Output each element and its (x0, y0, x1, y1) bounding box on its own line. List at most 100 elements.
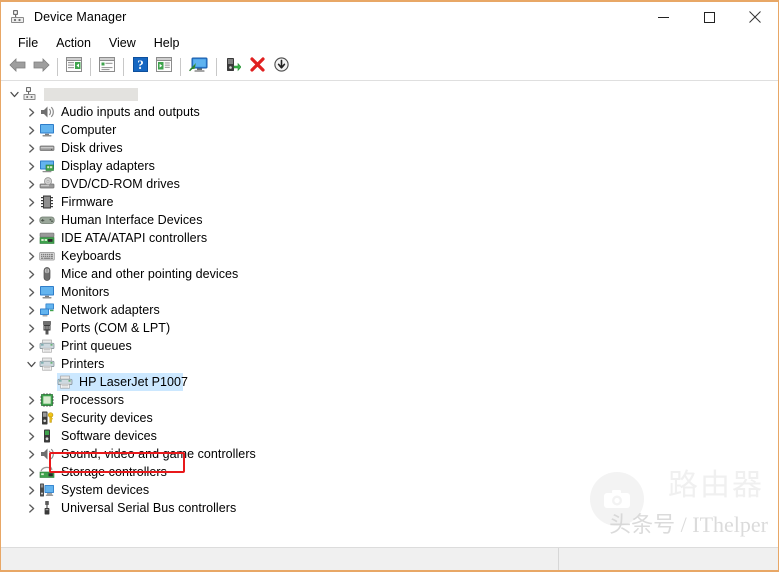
chevron-down-icon[interactable] (6, 85, 22, 103)
firmware-chip-icon (39, 194, 55, 210)
menu-item-help[interactable]: Help (145, 34, 189, 52)
menu-item-view[interactable]: View (100, 34, 145, 52)
chevron-right-icon[interactable] (23, 193, 39, 211)
keyboard-icon (39, 248, 55, 264)
svg-text:?: ? (137, 57, 144, 72)
tree-row-mice-and-other-pointing-devices[interactable]: Mice and other pointing devices (1, 265, 778, 283)
tree-row-display-adapters[interactable]: Display adapters (1, 157, 778, 175)
tree-row-sound-video-and-game-controllers[interactable]: Sound, video and game controllers (1, 445, 778, 463)
chevron-down-icon[interactable] (23, 355, 39, 373)
tree-row-computer[interactable]: Computer (1, 121, 778, 139)
computer-root-icon (22, 86, 38, 102)
chevron-right-icon[interactable] (23, 481, 39, 499)
chevron-right-icon[interactable] (23, 211, 39, 229)
tree-row-label: Universal Serial Bus controllers (61, 501, 236, 515)
tree-row-firmware[interactable]: Firmware (1, 193, 778, 211)
chevron-right-icon[interactable] (23, 265, 39, 283)
red-x-icon (250, 57, 265, 77)
chevron-right-icon[interactable] (23, 337, 39, 355)
view-list-icon (156, 57, 172, 77)
tree-row-human-interface-devices[interactable]: Human Interface Devices (1, 211, 778, 229)
tree-row-label: Sound, video and game controllers (61, 447, 256, 461)
monitor-icon (39, 284, 55, 300)
tree-row-dvd-cd-rom-drives[interactable]: DVD/CD-ROM drives (1, 175, 778, 193)
tree-row-universal-serial-bus-controllers[interactable]: Universal Serial Bus controllers (1, 499, 778, 517)
minimize-button[interactable] (640, 2, 686, 32)
menu-bar: File Action View Help (1, 32, 778, 54)
tree-row-label: IDE ATA/ATAPI controllers (61, 231, 207, 245)
title-bar: Device Manager (1, 2, 778, 32)
view-button[interactable] (152, 56, 176, 78)
tree-row-processors[interactable]: Processors (1, 391, 778, 409)
toolbar-separator (57, 58, 58, 76)
back-button[interactable] (5, 56, 29, 78)
menu-item-action[interactable]: Action (47, 34, 100, 52)
device-manager-icon (10, 9, 26, 25)
tree-row-label: Ports (COM & LPT) (61, 321, 170, 335)
tree-row-ports-com-and-lpt[interactable]: Ports (COM & LPT) (1, 319, 778, 337)
chevron-right-icon[interactable] (23, 427, 39, 445)
help-button[interactable]: ? (128, 56, 152, 78)
tree-row-hp-laserjet-p1007[interactable]: HP LaserJet P1007 (1, 373, 778, 391)
chevron-right-icon[interactable] (23, 247, 39, 265)
chevron-right-icon[interactable] (23, 499, 39, 517)
port-icon (39, 320, 55, 336)
chevron-right-icon[interactable] (23, 283, 39, 301)
hid-icon (39, 212, 55, 228)
device-tree-panel[interactable]: Audio inputs and outputs Computer (1, 81, 778, 546)
tree-row-root[interactable] (1, 85, 778, 103)
scan-for-hardware-changes-button[interactable] (185, 56, 212, 78)
properties-button[interactable] (95, 56, 119, 78)
ide-controller-icon (39, 230, 55, 246)
speaker-icon (39, 446, 55, 462)
tree-row-label: HP LaserJet P1007 (79, 375, 188, 389)
tree-row-security-devices[interactable]: Security devices (1, 409, 778, 427)
printer-icon (57, 374, 73, 390)
chevron-right-icon[interactable] (23, 229, 39, 247)
maximize-button[interactable] (686, 2, 732, 32)
down-arrow-circle-icon (274, 57, 289, 77)
window-title: Device Manager (34, 10, 126, 24)
mouse-icon (39, 266, 55, 282)
tree-row-ide-ata-atapi-controllers[interactable]: IDE ATA/ATAPI controllers (1, 229, 778, 247)
system-device-icon (39, 482, 55, 498)
tree-row-label: Audio inputs and outputs (61, 105, 200, 119)
tree-row-monitors[interactable]: Monitors (1, 283, 778, 301)
chevron-right-icon[interactable] (23, 157, 39, 175)
dvd-drive-icon (39, 176, 55, 192)
chevron-right-icon[interactable] (23, 121, 39, 139)
disable-device-button[interactable] (269, 56, 293, 78)
usb-icon (39, 500, 55, 516)
uninstall-device-button[interactable] (245, 56, 269, 78)
chevron-right-icon[interactable] (23, 463, 39, 481)
tree-row-disk-drives[interactable]: Disk drives (1, 139, 778, 157)
tree-row-label: Processors (61, 393, 124, 407)
tree-row-printers[interactable]: Printers (1, 355, 778, 373)
chevron-right-icon[interactable] (23, 103, 39, 121)
tree-row-software-devices[interactable]: Software devices (1, 427, 778, 445)
chevron-right-icon[interactable] (23, 301, 39, 319)
chevron-right-icon[interactable] (23, 139, 39, 157)
tree-row-system-devices[interactable]: System devices (1, 481, 778, 499)
close-button[interactable] (732, 2, 778, 32)
tree-row-label: Display adapters (61, 159, 155, 173)
chevron-right-icon[interactable] (23, 319, 39, 337)
chevron-right-icon[interactable] (23, 445, 39, 463)
tree-row-label: Print queues (61, 339, 132, 353)
menu-item-file[interactable]: File (9, 34, 47, 52)
tree-row-storage-controllers[interactable]: Storage controllers (1, 463, 778, 481)
printer-icon (39, 356, 55, 372)
forward-button[interactable] (29, 56, 53, 78)
chevron-right-icon[interactable] (23, 175, 39, 193)
status-pane-left (1, 548, 559, 570)
help-question-icon: ? (133, 57, 148, 77)
show-hide-console-tree-button[interactable] (62, 56, 86, 78)
update-driver-button[interactable] (221, 56, 245, 78)
tree-row-print-queues[interactable]: Print queues (1, 337, 778, 355)
tree-row-audio-inputs-and-outputs[interactable]: Audio inputs and outputs (1, 103, 778, 121)
tree-row-label: DVD/CD-ROM drives (61, 177, 180, 191)
chevron-right-icon[interactable] (23, 391, 39, 409)
chevron-right-icon[interactable] (23, 409, 39, 427)
tree-row-keyboards[interactable]: Keyboards (1, 247, 778, 265)
tree-row-network-adapters[interactable]: Network adapters (1, 301, 778, 319)
